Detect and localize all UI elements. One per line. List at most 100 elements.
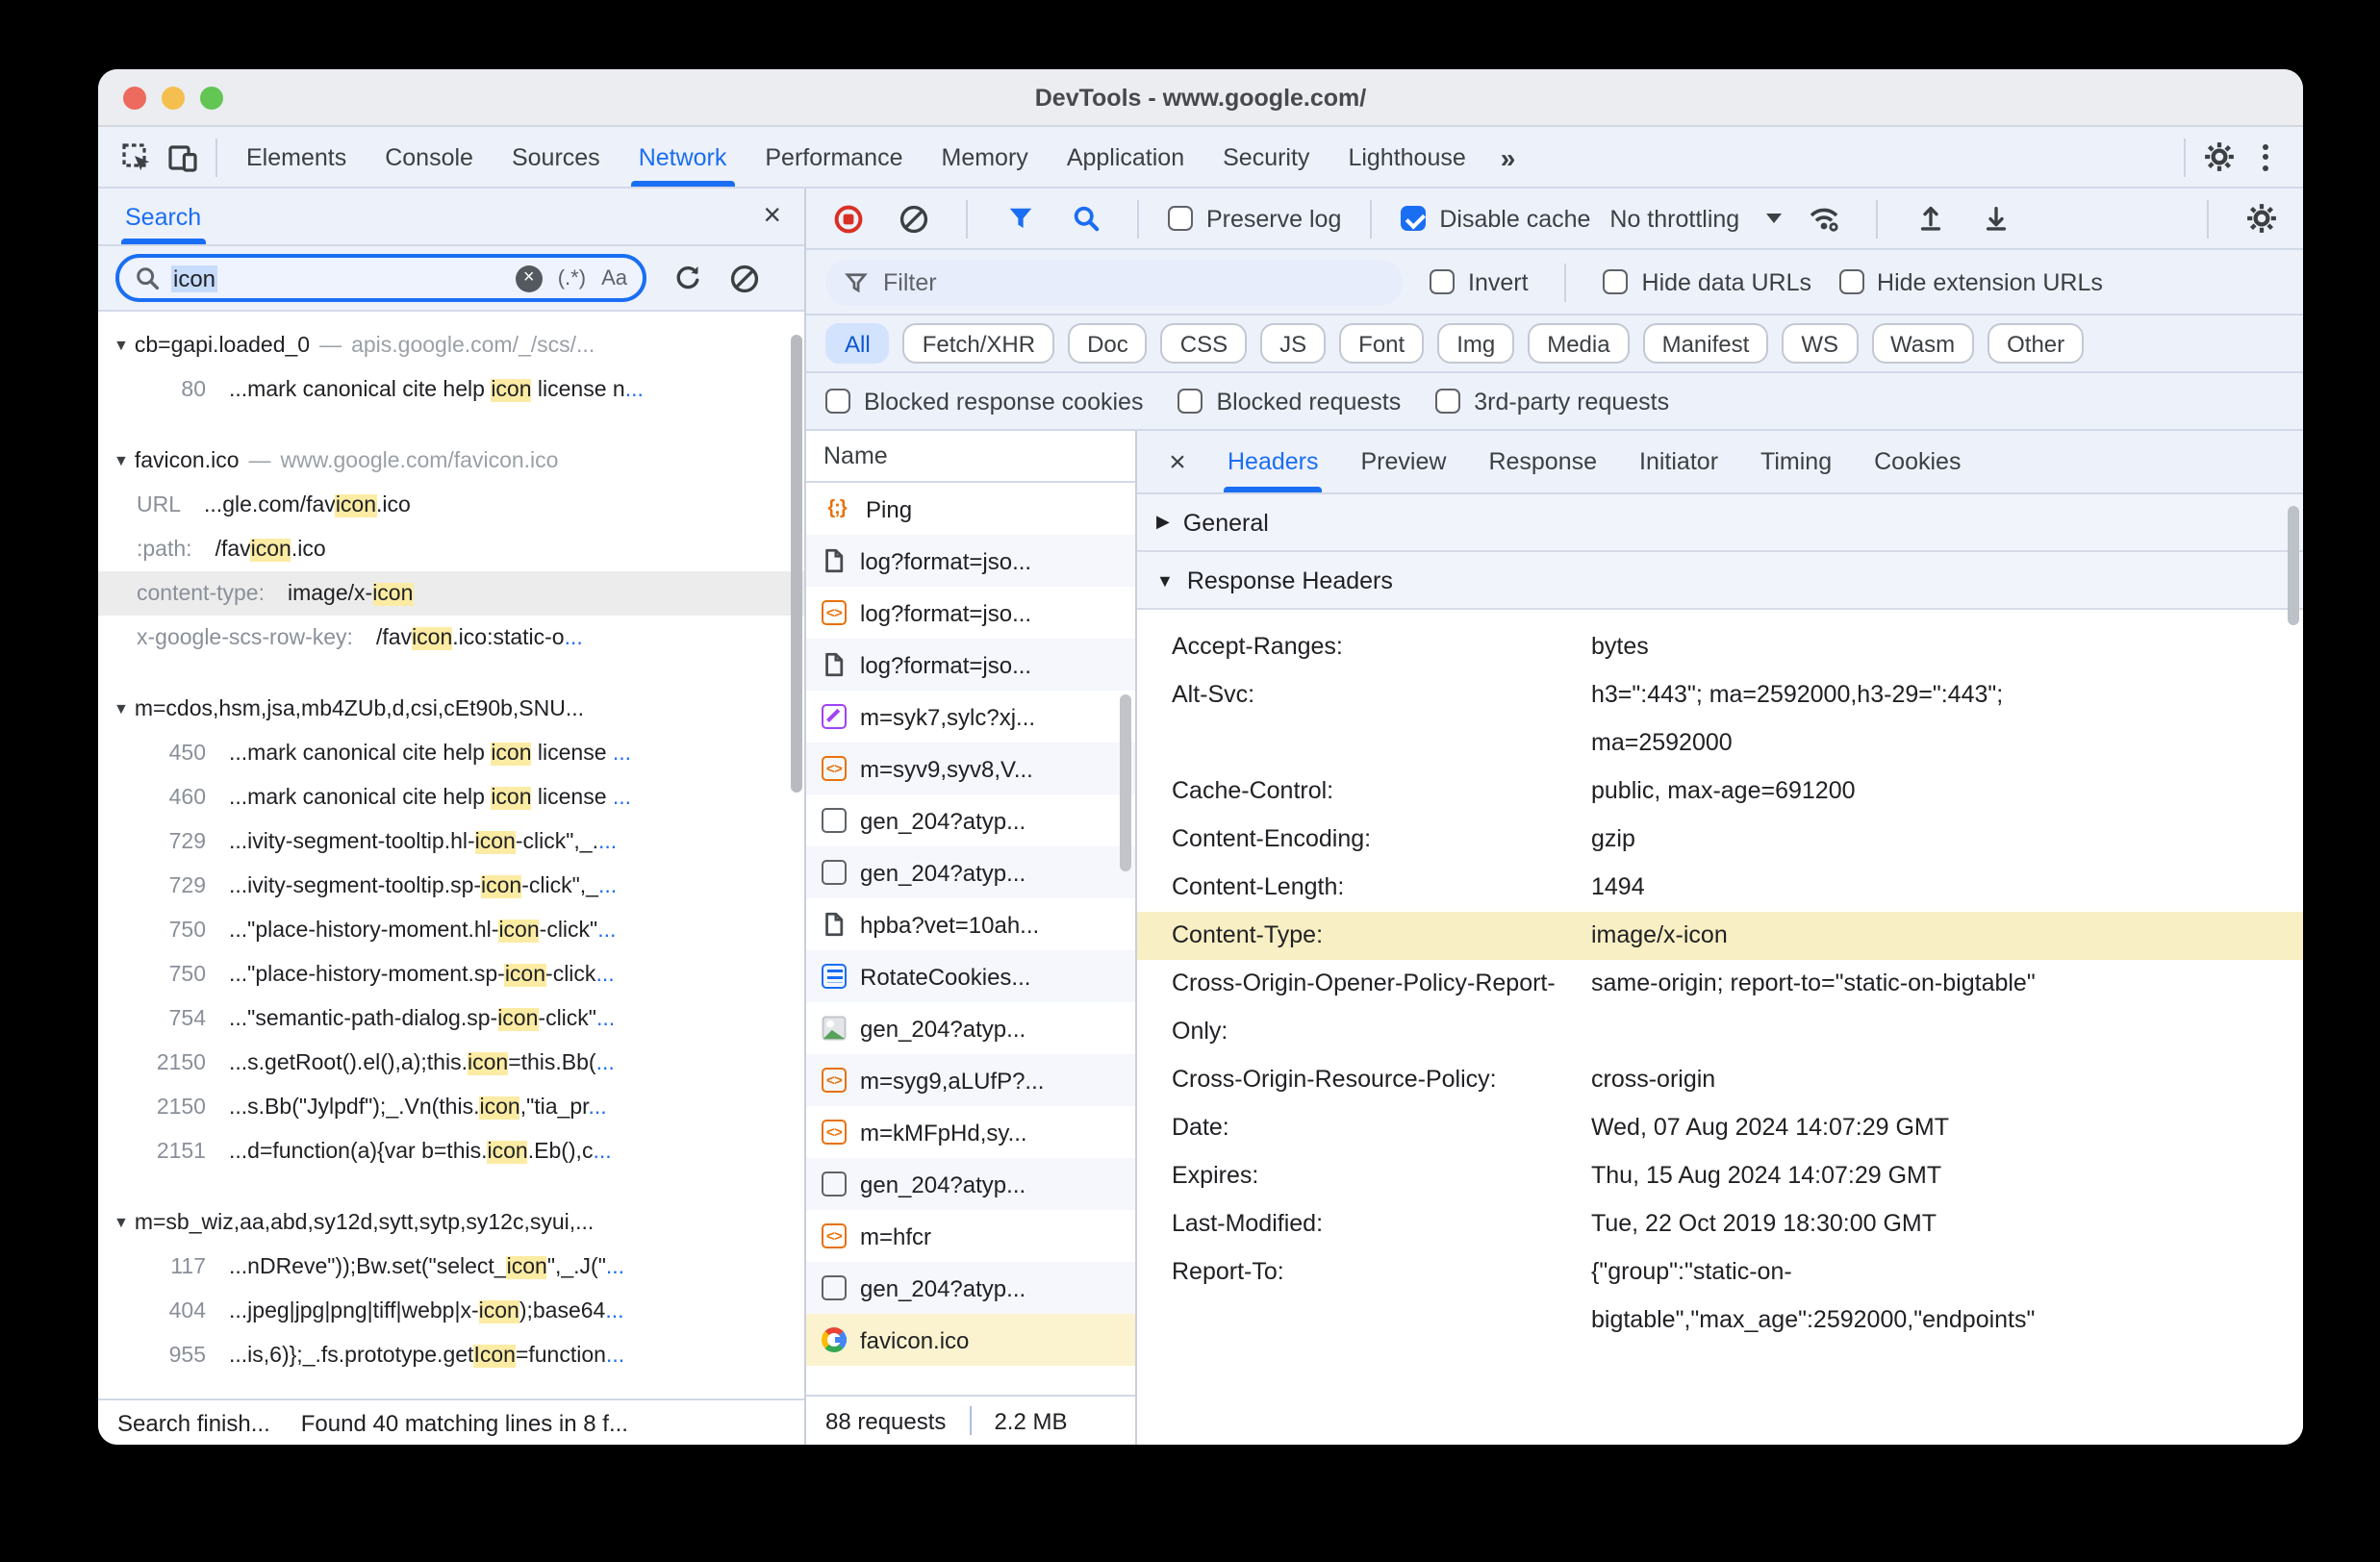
search-result-line[interactable]: 450 ...mark canonical cite help icon lice… bbox=[98, 731, 804, 775]
search-result-line[interactable]: 955 ...is,6)};_.fs.prototype.getIcon=func… bbox=[98, 1333, 804, 1377]
details-tab-timing[interactable]: Timing bbox=[1739, 431, 1853, 492]
chip-img[interactable]: Img bbox=[1437, 323, 1515, 364]
third-party-requests-checkbox[interactable]: 3rd-party requests bbox=[1435, 388, 1669, 415]
more-tabs-icon[interactable]: » bbox=[1485, 141, 1530, 172]
search-result-line[interactable]: :path: /favicon.ico bbox=[98, 527, 804, 571]
search-result-line[interactable]: 729 ...ivity-segment-tooltip.hl-icon-clic… bbox=[98, 819, 804, 864]
chip-js[interactable]: JS bbox=[1260, 323, 1327, 364]
checkbox-unchecked-icon[interactable] bbox=[1168, 206, 1193, 231]
request-row[interactable]: gen_204?atyp... bbox=[806, 1158, 1135, 1210]
clear-search-results-icon[interactable] bbox=[727, 255, 762, 301]
request-row[interactable]: RotateCookies... bbox=[806, 950, 1135, 1002]
blocked-response-cookies-checkbox[interactable]: Blocked response cookies bbox=[825, 388, 1143, 415]
request-row[interactable]: gen_204?atyp... bbox=[806, 846, 1135, 898]
regex-toggle-button[interactable]: (.*) bbox=[558, 266, 586, 290]
search-result-line[interactable]: 2150 ...s.Bb("Jylpdf");_.Vn(this.icon,"ti… bbox=[98, 1085, 804, 1129]
tab-lighthouse[interactable]: Lighthouse bbox=[1329, 127, 1484, 187]
tab-network[interactable]: Network bbox=[620, 127, 747, 187]
search-result-file-group[interactable]: ▼ cb=gapi.loaded_0 — apis.google.com/_/scs/… bbox=[98, 323, 804, 367]
search-result-line[interactable]: 750 ..."place-history-moment.sp-icon-clic… bbox=[98, 952, 804, 996]
preserve-log-checkbox[interactable]: Preserve log bbox=[1168, 205, 1341, 232]
request-row[interactable]: <> m=syv9,syv8,V... bbox=[806, 743, 1135, 794]
hide-data-urls-checkbox[interactable]: Hide data URLs bbox=[1603, 268, 1811, 295]
search-result-line[interactable]: 460 ...mark canonical cite help icon lice… bbox=[98, 775, 804, 819]
checkbox-unchecked-icon[interactable] bbox=[1838, 269, 1864, 294]
search-result-line[interactable]: 2150 ...s.getRoot().el(),a);this.icon=thi… bbox=[98, 1041, 804, 1085]
record-network-log-icon[interactable] bbox=[825, 195, 872, 241]
checkbox-unchecked-icon[interactable] bbox=[1435, 389, 1461, 414]
search-result-line[interactable]: 754 ..."semantic-path-dialog.sp-icon-clic… bbox=[98, 996, 804, 1041]
request-row[interactable]: gen_204?atyp... bbox=[806, 1262, 1135, 1314]
request-row[interactable]: {;} Ping bbox=[806, 483, 1135, 535]
request-row[interactable]: <> m=syg9,aLUfP?... bbox=[806, 1054, 1135, 1106]
device-toolbar-icon[interactable] bbox=[160, 134, 206, 180]
invert-checkbox[interactable]: Invert bbox=[1430, 268, 1529, 295]
request-row[interactable]: <> m=hfcr bbox=[806, 1210, 1135, 1262]
details-tab-headers[interactable]: Headers bbox=[1206, 431, 1340, 492]
checkbox-unchecked-icon[interactable] bbox=[1430, 269, 1455, 294]
general-section-header[interactable]: ▶ General bbox=[1137, 494, 2303, 552]
tab-sources[interactable]: Sources bbox=[493, 127, 620, 187]
match-case-toggle-button[interactable]: Aa bbox=[601, 266, 627, 290]
response-headers-section-header[interactable]: ▼ Response Headers bbox=[1137, 552, 2303, 610]
search-result-line[interactable]: content-type: image/x-icon bbox=[98, 571, 804, 616]
tab-search[interactable]: Search bbox=[121, 189, 205, 244]
search-result-line[interactable]: x-google-scs-row-key: /favicon.ico:static… bbox=[98, 616, 804, 660]
request-row[interactable]: <> m=kMFpHd,sy... bbox=[806, 1106, 1135, 1158]
name-column-header[interactable]: Name bbox=[806, 431, 1135, 483]
chip-doc[interactable]: Doc bbox=[1068, 323, 1148, 364]
import-har-icon[interactable] bbox=[1907, 195, 1953, 241]
close-search-icon[interactable]: × bbox=[763, 200, 781, 232]
request-row[interactable]: hpba?vet=10ah... bbox=[806, 898, 1135, 950]
chip-fetch-xhr[interactable]: Fetch/XHR bbox=[902, 323, 1055, 364]
clear-network-log-icon[interactable] bbox=[891, 195, 937, 241]
throttling-dropdown[interactable]: No throttling bbox=[1609, 205, 1783, 232]
zoom-window-button[interactable] bbox=[200, 86, 223, 109]
tab-console[interactable]: Console bbox=[366, 127, 493, 187]
request-row[interactable]: log?format=jso... bbox=[806, 535, 1135, 587]
chip-ws[interactable]: WS bbox=[1782, 323, 1858, 364]
requests-scrollbar[interactable] bbox=[1120, 694, 1131, 871]
clear-search-icon[interactable]: × bbox=[515, 265, 543, 291]
search-result-line[interactable]: 117 ...nDReve"));Bw.set("select_icon",_.J… bbox=[98, 1245, 804, 1289]
tab-performance[interactable]: Performance bbox=[746, 127, 922, 187]
search-result-line[interactable]: 404 ...jpeg|jpg|png|tiff|webp|x-icon);bas… bbox=[98, 1289, 804, 1333]
filter-input[interactable]: Filter bbox=[825, 259, 1403, 305]
chip-manifest[interactable]: Manifest bbox=[1642, 323, 1769, 364]
search-result-file-group[interactable]: ▼ m=cdos,hsm,jsa,mb4ZUb,d,csi,cEt90b,SNU.… bbox=[98, 687, 804, 731]
search-result-line[interactable]: 80 ...mark canonical cite help icon licen… bbox=[98, 367, 804, 412]
tab-elements[interactable]: Elements bbox=[227, 127, 366, 187]
checkbox-unchecked-icon[interactable] bbox=[1177, 389, 1203, 414]
request-row[interactable]: gen_204?atyp... bbox=[806, 794, 1135, 846]
disable-cache-checkbox[interactable]: Disable cache bbox=[1401, 205, 1590, 232]
request-row[interactable]: log?format=jso... bbox=[806, 639, 1135, 691]
chip-media[interactable]: Media bbox=[1528, 323, 1630, 364]
chip-wasm[interactable]: Wasm bbox=[1871, 323, 1975, 364]
close-window-button[interactable] bbox=[123, 86, 146, 109]
search-result-line[interactable]: 2151 ...d=function(a){var b=this.icon.Eb(… bbox=[98, 1129, 804, 1173]
checkbox-checked-icon[interactable] bbox=[1401, 206, 1427, 231]
search-result-file-group[interactable]: ▼ favicon.ico — www.google.com/favicon.ico bbox=[98, 439, 804, 483]
network-conditions-icon[interactable] bbox=[1801, 195, 1847, 241]
details-tab-initiator[interactable]: Initiator bbox=[1618, 431, 1739, 492]
tab-security[interactable]: Security bbox=[1203, 127, 1329, 187]
details-tab-preview[interactable]: Preview bbox=[1340, 431, 1468, 492]
search-network-icon[interactable] bbox=[1062, 195, 1108, 241]
details-tab-cookies[interactable]: Cookies bbox=[1853, 431, 1982, 492]
network-settings-gear-icon[interactable] bbox=[2238, 195, 2284, 241]
request-row[interactable]: <> log?format=jso... bbox=[806, 587, 1135, 639]
checkbox-unchecked-icon[interactable] bbox=[1603, 269, 1629, 294]
search-result-line[interactable]: 729 ...ivity-segment-tooltip.sp-icon-clic… bbox=[98, 864, 804, 908]
checkbox-unchecked-icon[interactable] bbox=[825, 389, 850, 414]
search-scrollbar[interactable] bbox=[791, 335, 802, 793]
tab-memory[interactable]: Memory bbox=[923, 127, 1048, 187]
refresh-search-icon[interactable] bbox=[670, 255, 704, 301]
chip-css[interactable]: CSS bbox=[1160, 323, 1248, 364]
details-tab-response[interactable]: Response bbox=[1467, 431, 1618, 492]
kebab-menu-icon[interactable] bbox=[2241, 134, 2288, 180]
chip-all[interactable]: All bbox=[825, 323, 890, 364]
export-har-icon[interactable] bbox=[1972, 195, 2018, 241]
filter-funnel-icon[interactable] bbox=[997, 195, 1043, 241]
request-row[interactable]: favicon.ico bbox=[806, 1314, 1135, 1366]
request-row[interactable]: gen_204?atyp... bbox=[806, 1002, 1135, 1054]
